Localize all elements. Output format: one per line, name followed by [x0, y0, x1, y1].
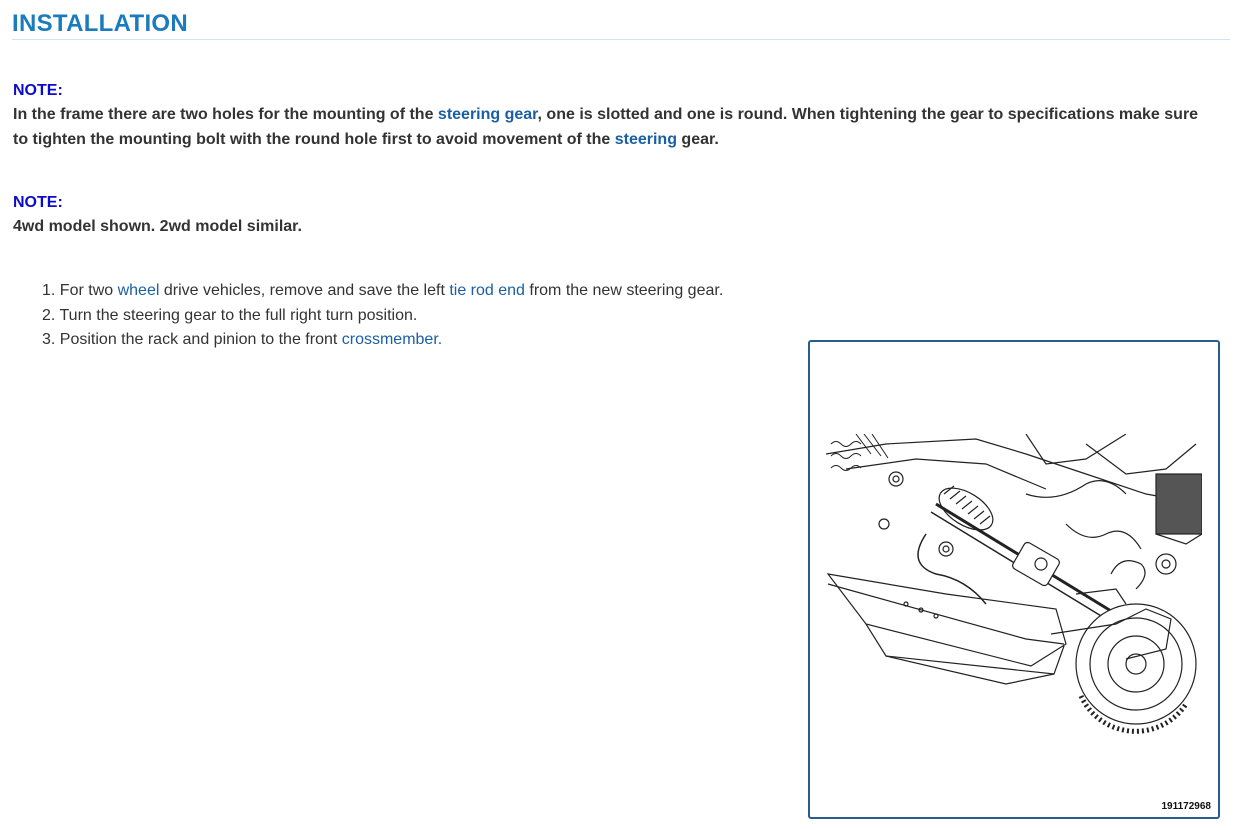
steering-gear-illustration [826, 434, 1202, 734]
installation-steps: 1. For two wheel drive vehicles, remove … [42, 279, 723, 353]
list-item: 1. For two wheel drive vehicles, remove … [42, 279, 723, 304]
note-model: NOTE: 4wd model shown. 2wd model similar… [13, 192, 1213, 239]
step-number: 1. [42, 282, 56, 299]
steering-link[interactable]: steering [615, 131, 677, 148]
note-text: In the frame there are two holes for the… [13, 102, 1213, 152]
page-title: INSTALLATION [12, 10, 189, 37]
step-number: 3. [42, 331, 56, 348]
list-item: 3. Position the rack and pinion to the f… [42, 328, 723, 353]
step-number: 2. [42, 306, 56, 324]
step-text: Position the rack and pinion to the fron… [59, 331, 342, 348]
step-text: from the new steering gear. [524, 282, 724, 299]
note-steering-gear: NOTE: In the frame there are two holes f… [13, 80, 1213, 152]
step-text: drive vehicles, remove and save the left [159, 282, 450, 299]
wheel-link[interactable]: wheel [118, 282, 160, 299]
note-label: NOTE: [13, 194, 63, 211]
figure-id: 191172968 [1161, 801, 1211, 812]
note-text: 4wd model shown. 2wd model similar. [13, 218, 302, 235]
list-item: 2. Turn the steering gear to the full ri… [42, 304, 723, 329]
note-label: NOTE: [13, 82, 63, 99]
crossmember-link[interactable]: crossmember. [342, 331, 442, 348]
step-text: Turn the steering gear to the full right… [59, 306, 418, 324]
step-text: For two [59, 282, 118, 299]
steering-gear-link[interactable]: steering gear [438, 106, 538, 123]
note-text-part: In the frame there are two holes for the… [13, 106, 438, 123]
note-text-part: gear. [676, 131, 719, 148]
figure-box[interactable]: 191172968 [808, 340, 1220, 819]
tie-rod-end-link[interactable]: tie rod end [449, 282, 525, 299]
title-divider [12, 39, 1230, 40]
